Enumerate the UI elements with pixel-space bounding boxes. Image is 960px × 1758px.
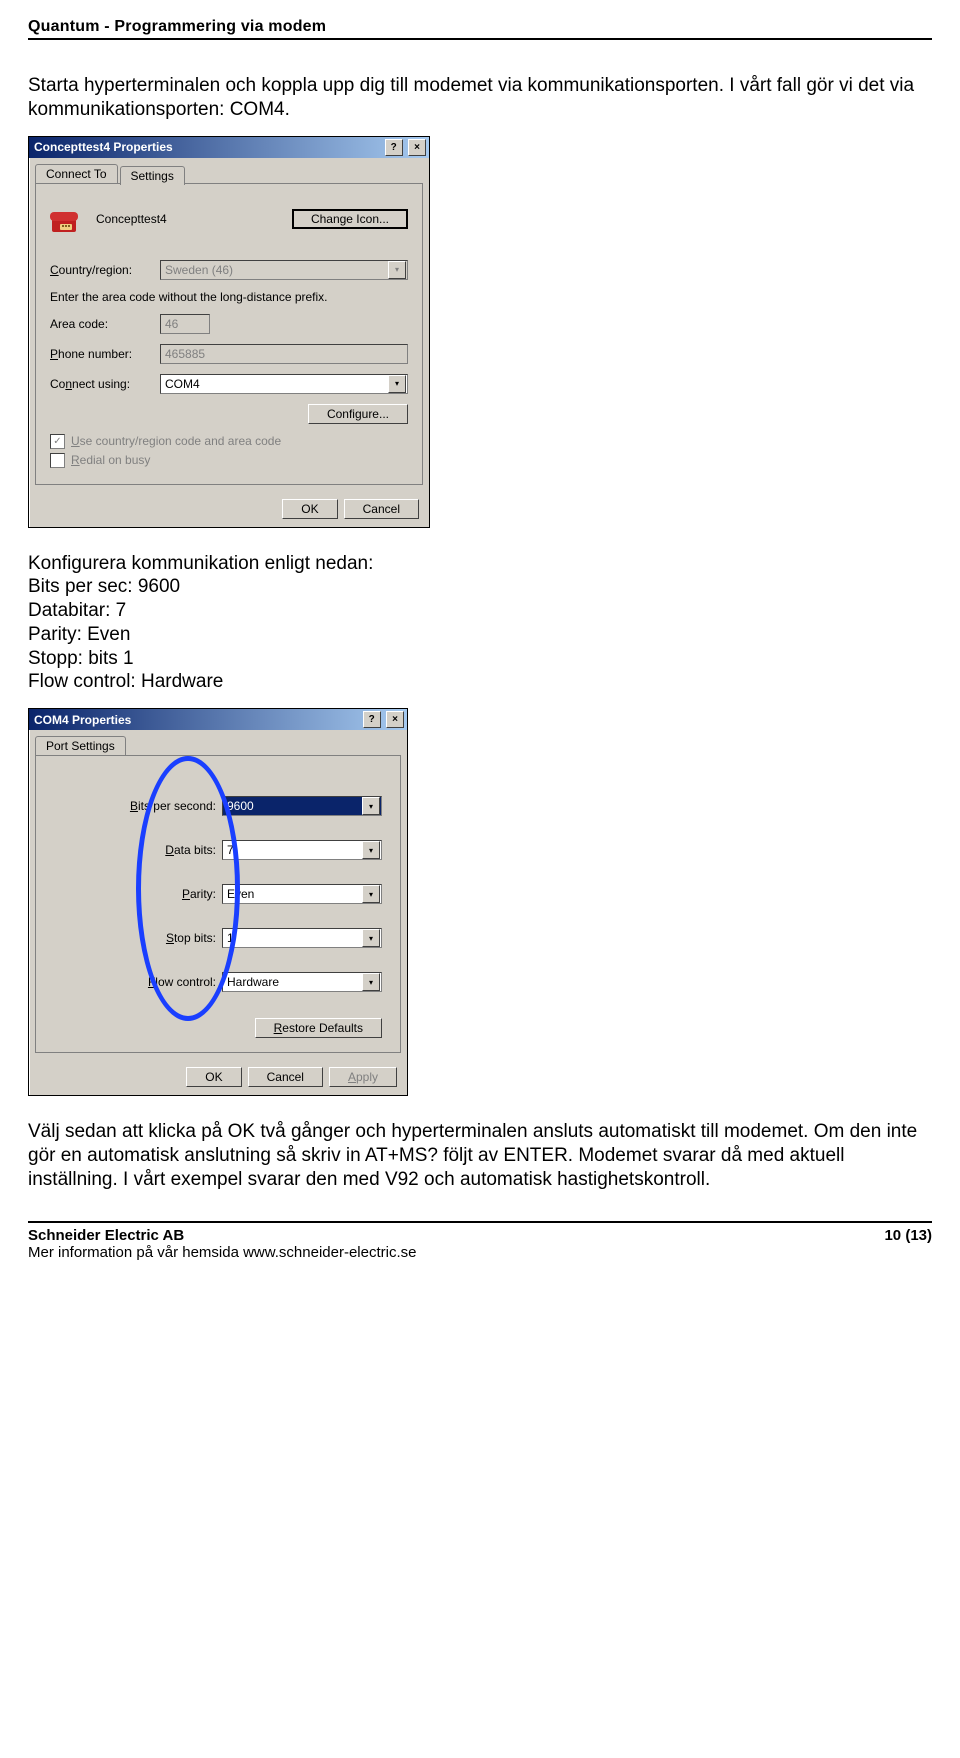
stopbits-label: Stop bits: xyxy=(96,931,222,945)
parity-select[interactable]: Even ▾ xyxy=(222,884,382,904)
tab-settings[interactable]: Settings xyxy=(120,166,185,185)
dropdown-icon: ▾ xyxy=(388,375,406,393)
tab-connect-to[interactable]: Connect To xyxy=(35,164,118,183)
tab-port-settings[interactable]: Port Settings xyxy=(35,736,126,755)
intro-paragraph: Starta hyperterminalen och koppla upp di… xyxy=(28,74,932,122)
flow-select[interactable]: Hardware ▾ xyxy=(222,972,382,992)
footer-company: Schneider Electric AB xyxy=(28,1227,184,1244)
connection-name: Concepttest4 xyxy=(96,212,292,226)
page-number: 10 (13) xyxy=(884,1227,932,1261)
configure-button[interactable]: Configure... xyxy=(308,404,408,424)
country-select[interactable]: Sweden (46) ▾ xyxy=(160,260,408,280)
redial-checkbox[interactable]: Redial on busy xyxy=(50,453,408,468)
close-button[interactable]: × xyxy=(408,139,426,156)
parity-label: Parity: xyxy=(96,887,222,901)
stopbits-select[interactable]: 1 ▾ xyxy=(222,928,382,948)
use-country-checkbox[interactable]: ✓ Use country/region code and area code xyxy=(50,434,408,449)
area-hint: Enter the area code without the long-dis… xyxy=(50,290,408,304)
country-label: Country/region: xyxy=(50,263,160,277)
dropdown-icon: ▾ xyxy=(362,885,380,903)
dropdown-icon: ▾ xyxy=(362,973,380,991)
config-line: Databitar: 7 xyxy=(28,599,932,623)
connect-using-label: Connect using: xyxy=(50,377,160,391)
help-button[interactable]: ? xyxy=(363,711,381,728)
ok-button[interactable]: OK xyxy=(282,499,337,519)
checkbox-icon xyxy=(50,453,65,468)
dropdown-icon: ▾ xyxy=(362,929,380,947)
dropdown-icon: ▾ xyxy=(362,841,380,859)
dialog1-title: Concepttest4 Properties xyxy=(34,140,173,154)
restore-defaults-button[interactable]: Restore Defaults xyxy=(255,1018,382,1038)
close-button[interactable]: × xyxy=(386,711,404,728)
area-code-label: Area code: xyxy=(50,317,160,331)
config-line: Stopp: bits 1 xyxy=(28,647,932,671)
dropdown-icon: ▾ xyxy=(388,261,406,279)
properties-dialog: Concepttest4 Properties ? × Connect To S… xyxy=(28,136,430,528)
com4-dialog: COM4 Properties ? × Port Settings Bits p… xyxy=(28,708,408,1096)
outro-paragraph: Välj sedan att klicka på OK två gånger o… xyxy=(28,1120,932,1191)
phone-label: Phone number: xyxy=(50,347,160,361)
cancel-button[interactable]: Cancel xyxy=(344,499,419,519)
flow-label: Flow control: xyxy=(96,975,222,989)
config-heading: Konfigurera kommunikation enligt nedan: xyxy=(28,552,932,576)
databits-label: Data bits: xyxy=(96,843,222,857)
dialog2-title: COM4 Properties xyxy=(34,713,131,727)
config-line: Parity: Even xyxy=(28,623,932,647)
apply-button[interactable]: Apply xyxy=(329,1067,397,1087)
footer-sub: Mer information på vår hemsida www.schne… xyxy=(28,1244,416,1261)
change-icon-button[interactable]: Change Icon... xyxy=(292,209,408,229)
help-button[interactable]: ? xyxy=(385,139,403,156)
ok-button[interactable]: OK xyxy=(186,1067,241,1087)
phone-icon xyxy=(50,204,84,234)
bits-select[interactable]: 9600 ▾ xyxy=(222,796,382,816)
bits-label: Bits per second: xyxy=(96,799,222,813)
dropdown-icon: ▾ xyxy=(362,797,380,815)
page-header: Quantum - Programmering via modem xyxy=(28,18,932,40)
config-line: Bits per sec: 9600 xyxy=(28,575,932,599)
area-code-field[interactable]: 46 xyxy=(160,314,210,334)
databits-select[interactable]: 7 ▾ xyxy=(222,840,382,860)
cancel-button[interactable]: Cancel xyxy=(248,1067,323,1087)
checkbox-icon: ✓ xyxy=(50,434,65,449)
connect-using-select[interactable]: COM4 ▾ xyxy=(160,374,408,394)
config-line: Flow control: Hardware xyxy=(28,670,932,694)
phone-field[interactable]: 465885 xyxy=(160,344,408,364)
